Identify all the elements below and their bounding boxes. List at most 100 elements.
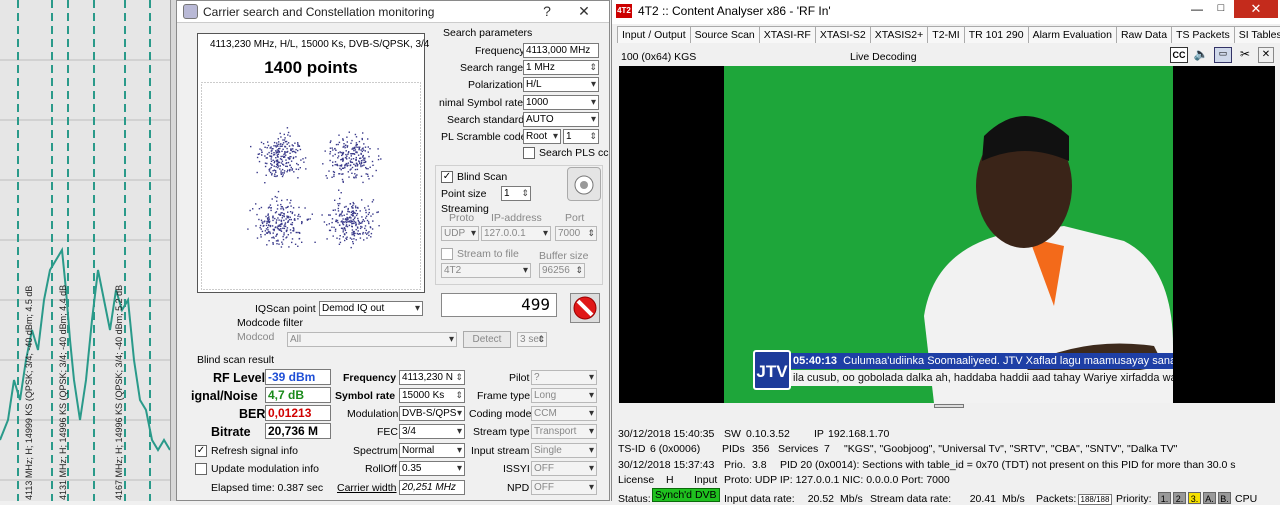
- video-preview: JTV 05:40:13 Culumaa'udiinka Soomaaliyee…: [619, 66, 1275, 403]
- port-input[interactable]: 7000: [555, 226, 597, 241]
- help-button[interactable]: ?: [532, 1, 562, 21]
- fec-select[interactable]: 3/4: [399, 424, 465, 439]
- video-close-icon[interactable]: ✕: [1258, 47, 1274, 63]
- tab-input-output[interactable]: Input / Output: [617, 26, 691, 43]
- result-frequency-label: Frequency: [343, 372, 397, 384]
- carrier-titlebar[interactable]: Carrier search and Constellation monitor…: [177, 1, 609, 23]
- detect-seconds[interactable]: 3 sec: [517, 332, 547, 347]
- pids-value: 356: [752, 443, 770, 455]
- cc-icon[interactable]: CC: [1170, 47, 1188, 63]
- prio-value: 3.8: [752, 459, 767, 471]
- search-params-header: Search parameters: [443, 27, 533, 39]
- modcode-select[interactable]: All: [287, 332, 457, 347]
- stream-rate-label: Stream data rate:: [870, 493, 952, 505]
- ber-label: BER: [239, 407, 266, 421]
- update-modulation-label: Update modulation info: [211, 463, 319, 475]
- tab-si-tables[interactable]: SI Tables: [1233, 26, 1280, 43]
- input-details: Proto: UDP IP: 127.0.0.1 NIC: 0.0.0.0 Po…: [724, 474, 950, 486]
- tab-source-scan[interactable]: Source Scan: [689, 26, 760, 43]
- frame-type-select[interactable]: Long: [531, 388, 597, 403]
- tab-xtasi-s2[interactable]: XTASI-S2: [814, 26, 871, 43]
- coding-mode-select[interactable]: CCM: [531, 406, 597, 421]
- spectrum-pane[interactable]: 4113 MHz; H; 14999 KS (QPSK; 3/4; -40 dB…: [0, 0, 176, 501]
- tools-icon[interactable]: ✂: [1236, 47, 1254, 63]
- tab-xtasi-rf[interactable]: XTASI-RF: [758, 26, 816, 43]
- ticker-text-2: ila cusub, oo gobolada dalka ah, haddaba…: [791, 370, 1173, 386]
- min-symrate-select[interactable]: 1000: [523, 95, 599, 110]
- buffer-size-input[interactable]: 96256: [539, 263, 585, 278]
- ber-value: 0,01213: [265, 405, 331, 421]
- maximize-icon[interactable]: □: [1210, 2, 1232, 18]
- pl-scramble-value[interactable]: 1: [563, 129, 599, 144]
- scan-counter: 499: [441, 293, 557, 317]
- analyser-tabs: Input / Output Source Scan XTASI-RF XTASI-S…: [617, 26, 1280, 43]
- points-count: 1400 points: [264, 58, 358, 77]
- stop-button[interactable]: [570, 293, 600, 323]
- frame-type-label: Frame type: [477, 390, 531, 402]
- tab-xtasis2plus[interactable]: XTASIS2+: [869, 26, 929, 43]
- search-standard-select[interactable]: AUTO: [523, 112, 599, 127]
- close-icon[interactable]: ✕: [1234, 0, 1278, 18]
- rf-level-label: RF Level: [213, 371, 266, 385]
- issyi-label: ISSYI: [503, 463, 530, 475]
- file-select[interactable]: 4T2: [441, 263, 531, 278]
- info-row-1: 30/12/2018 15:40:35 SW 0.10.3.52 IP 192.168.…: [618, 428, 889, 440]
- tab-ts-packets[interactable]: TS Packets: [1171, 26, 1235, 43]
- rolloff-label: RollOff: [365, 463, 397, 475]
- npd-label: NPD: [507, 482, 530, 494]
- tab-tr101290[interactable]: TR 101 290: [963, 26, 1029, 43]
- minimize-icon[interactable]: —: [1186, 2, 1208, 18]
- input-rate-label: Input data rate:: [724, 493, 795, 505]
- pilot-select[interactable]: ?: [531, 370, 597, 385]
- blind-scan-checkbox[interactable]: ✓: [441, 171, 453, 183]
- info-row-2: TS-ID 6 (0x0006) PIDs 356 Services 7 "KGS", "G…: [618, 443, 1177, 455]
- splitter-handle[interactable]: [934, 404, 964, 408]
- rolloff-select[interactable]: 0.35: [399, 461, 465, 476]
- modulation-select[interactable]: DVB-S/QPS: [399, 406, 465, 421]
- cpu-label: CPU: [1235, 493, 1258, 505]
- ip-input[interactable]: 127.0.0.1: [481, 226, 551, 241]
- constellation-panel: 4113,230 MHz, H/L, 15000 Ks, DVB-S/QPSK,…: [197, 33, 429, 293]
- speaker-icon[interactable]: 🔈: [1192, 47, 1210, 63]
- tab-t2-mi[interactable]: T2-MI: [927, 26, 965, 43]
- frequency-input[interactable]: 4113,000 MHz: [523, 43, 599, 58]
- ticker-time: 05:40:13: [793, 355, 838, 367]
- spectrum-label-2: 4131 MHz; H; 14996 KS (QPSK; 3/4; -40 dB…: [58, 284, 68, 500]
- npd-select[interactable]: OFF: [531, 480, 597, 495]
- snapshot-icon[interactable]: [567, 167, 601, 201]
- status-label: Status:: [618, 493, 651, 505]
- close-button[interactable]: ✕: [569, 1, 599, 21]
- stream-type-select[interactable]: Transport: [531, 424, 597, 439]
- refresh-signal-checkbox[interactable]: ✓: [195, 445, 207, 457]
- result-symrate-label: Symbol rate: [335, 390, 396, 402]
- constellation-plot: [201, 82, 421, 290]
- search-range-input[interactable]: 1 MHz: [523, 60, 599, 75]
- input-rate-unit: Mb/s: [840, 493, 863, 505]
- fec-label: FEC: [377, 426, 398, 438]
- proto-select[interactable]: UDP: [441, 226, 479, 241]
- iqscan-select[interactable]: Demod IQ out: [319, 301, 423, 316]
- point-size-input[interactable]: 1: [501, 186, 531, 201]
- polarization-select[interactable]: H/L: [523, 77, 599, 92]
- detect-button[interactable]: Detect: [463, 331, 511, 348]
- ip-label: IP: [814, 428, 824, 440]
- services-label: Services: [778, 443, 819, 455]
- priority-a: A.: [1203, 492, 1216, 504]
- screen-icon[interactable]: ▭: [1214, 47, 1232, 63]
- search-range-label: Search range: [460, 62, 524, 74]
- port-label: Port: [565, 212, 585, 224]
- spectrum-select[interactable]: Normal: [399, 443, 465, 458]
- tab-raw-data[interactable]: Raw Data: [1115, 26, 1173, 43]
- pl-scramble-mode-select[interactable]: Root: [523, 129, 561, 144]
- issyi-select[interactable]: OFF: [531, 461, 597, 476]
- input-stream-select[interactable]: Single: [531, 443, 597, 458]
- rf-level-value: -39 dBm: [265, 369, 331, 385]
- update-modulation-checkbox[interactable]: [195, 463, 207, 475]
- tab-alarm-evaluation[interactable]: Alarm Evaluation: [1027, 26, 1117, 43]
- search-pls-checkbox[interactable]: [523, 147, 535, 159]
- carrier-window: Carrier search and Constellation monitor…: [176, 0, 610, 501]
- live-decoding-label: Live Decoding: [850, 51, 917, 63]
- modcode-filter-label: Modcode filter: [237, 317, 303, 329]
- analyser-titlebar[interactable]: 4T2 4T2 :: Content Analyser x86 - 'RF In…: [612, 0, 1280, 24]
- stream-to-file-checkbox[interactable]: [441, 248, 453, 260]
